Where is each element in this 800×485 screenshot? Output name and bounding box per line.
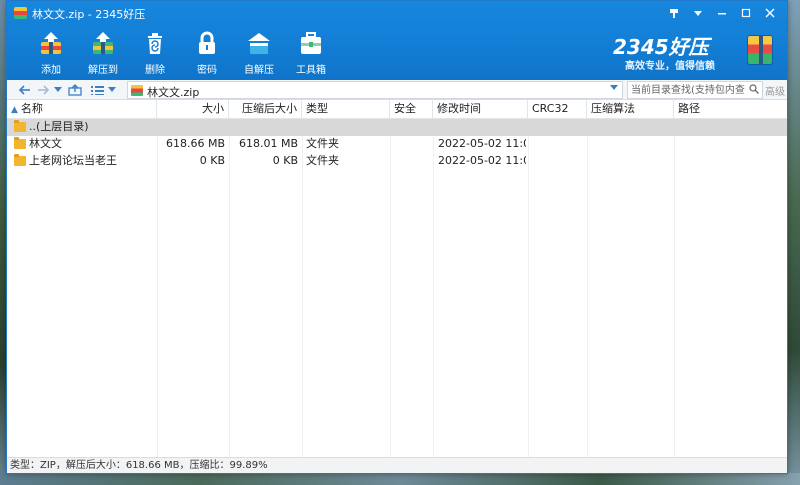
sort-up-icon: ▲	[11, 105, 18, 115]
row-packed-size: 618.01 MB	[238, 137, 298, 150]
row-size: 618.66 MB	[165, 137, 225, 150]
extract-to-button[interactable]: 解压到	[77, 27, 129, 77]
delete-label: 删除	[145, 65, 165, 76]
view-dropdown-icon[interactable]	[107, 82, 117, 98]
row-modified: 2022-05-02 11:0...	[438, 154, 526, 167]
path-dropdown-icon[interactable]	[610, 84, 618, 94]
row-size: 0 KB	[199, 154, 225, 167]
column-name[interactable]: ▲ 名称	[7, 100, 157, 119]
row-type: 文件夹	[306, 137, 339, 150]
history-dropdown-icon[interactable]	[53, 82, 63, 98]
folder-icon	[14, 137, 26, 149]
row-name: ..(上层目录)	[29, 120, 89, 133]
app-logo-icon	[14, 7, 27, 19]
search-input[interactable]	[628, 82, 750, 98]
password-label: 密码	[197, 65, 217, 76]
status-bar: 类型：ZIP，解压后大小：618.66 MB，压缩比：99.89%	[7, 457, 787, 473]
table-row[interactable]: 上老网论坛当老王 0 KB 0 KB 文件夹 2022-05-02 11:0..…	[7, 153, 787, 170]
delete-button[interactable]: 删除	[129, 27, 181, 77]
title-bar[interactable]: 林文文.zip - 2345好压	[7, 1, 787, 25]
column-method[interactable]: 压缩算法	[587, 100, 674, 119]
search-field	[627, 81, 763, 99]
maximize-icon[interactable]	[735, 4, 757, 22]
desktop-wallpaper-bottom	[0, 473, 800, 485]
extract-to-icon	[89, 29, 117, 57]
column-security[interactable]: 安全	[390, 100, 433, 119]
menu-icon[interactable]	[687, 4, 709, 22]
window-controls	[663, 4, 781, 22]
desktop-wallpaper-right	[786, 0, 800, 485]
main-toolbar: 添加 解压到 删除 密码 自解压 工具箱	[25, 27, 337, 77]
brand-slogan: 高效专业，值得信赖	[625, 61, 715, 72]
search-icon[interactable]	[749, 84, 759, 97]
folder-icon	[14, 154, 26, 166]
column-crc32[interactable]: CRC32	[528, 100, 587, 119]
brand-logo: 2345好压	[613, 35, 709, 59]
forward-arrow-icon[interactable]	[35, 82, 51, 98]
self-extract-label: 自解压	[244, 65, 274, 76]
add-button[interactable]: 添加	[25, 27, 77, 77]
minimize-icon[interactable]	[711, 4, 733, 22]
zip-file-icon	[131, 85, 143, 96]
self-extract-icon	[245, 29, 273, 57]
row-name: 林文文	[29, 137, 62, 150]
column-path[interactable]: 路径	[674, 100, 787, 119]
column-size[interactable]: 大小	[157, 100, 229, 119]
row-type: 文件夹	[306, 154, 339, 167]
row-name: 上老网论坛当老王	[29, 154, 117, 167]
column-name-label: 名称	[20, 102, 43, 115]
row-modified: 2022-05-02 11:0...	[438, 137, 526, 150]
up-folder-icon[interactable]	[67, 82, 83, 98]
column-header: ▲ 名称 大小 压缩后大小 类型 安全 修改时间 CRC32 压缩算法 路径	[7, 100, 787, 119]
self-extract-button[interactable]: 自解压	[233, 27, 285, 77]
password-button[interactable]: 密码	[181, 27, 233, 77]
table-row-parent[interactable]: ..(上层目录)	[7, 119, 787, 136]
extract-to-label: 解压到	[88, 65, 118, 76]
path-text: 林文文.zip	[147, 86, 200, 99]
close-icon[interactable]	[759, 4, 781, 22]
window-title: 林文文.zip - 2345好压	[32, 8, 146, 21]
advanced-search-button[interactable]: 高级	[765, 83, 785, 98]
column-packed-size[interactable]: 压缩后大小	[229, 100, 302, 119]
row-packed-size: 0 KB	[272, 154, 298, 167]
archive-window: 林文文.zip - 2345好压 添加 解压到 删除 密码 自解压 工具箱 23…	[6, 0, 788, 474]
pin-icon[interactable]	[663, 4, 685, 22]
table-row[interactable]: 林文文 618.66 MB 618.01 MB 文件夹 2022-05-02 1…	[7, 136, 787, 153]
view-list-icon[interactable]	[89, 82, 105, 98]
folder-icon	[14, 120, 26, 132]
back-arrow-icon[interactable]	[17, 82, 33, 98]
column-modified[interactable]: 修改时间	[433, 100, 528, 119]
delete-icon	[141, 29, 169, 57]
toolbox-button[interactable]: 工具箱	[285, 27, 337, 77]
add-label: 添加	[41, 65, 61, 76]
file-list: ▲ 名称 大小 压缩后大小 类型 安全 修改时间 CRC32 压缩算法 路径 ..…	[7, 100, 787, 457]
lock-icon	[193, 29, 221, 57]
address-bar: 林文文.zip 高级	[7, 80, 787, 100]
toolbox-label: 工具箱	[296, 65, 326, 76]
toolbox-icon	[297, 29, 325, 57]
brand-archive-icon	[747, 35, 773, 65]
add-archive-icon	[37, 29, 65, 57]
column-type[interactable]: 类型	[302, 100, 390, 119]
path-field[interactable]: 林文文.zip	[127, 81, 623, 99]
app-header: 林文文.zip - 2345好压 添加 解压到 删除 密码 自解压 工具箱 23…	[7, 1, 787, 80]
brand-area: 2345好压 高效专业，值得信赖	[613, 31, 773, 73]
